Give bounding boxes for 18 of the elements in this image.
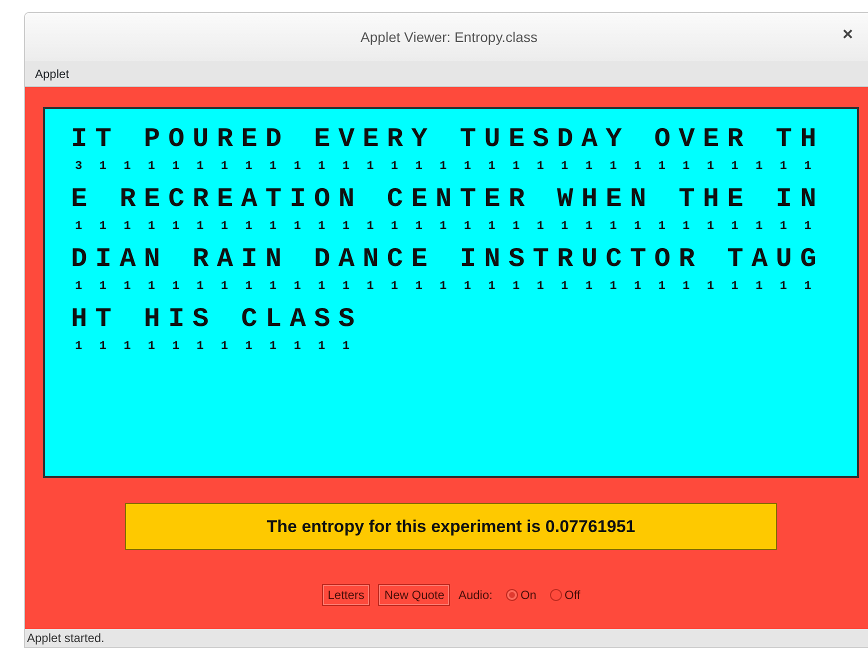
quote-line: IT POURED EVERY TUESDAY OVER TH (71, 124, 824, 157)
applet-button[interactable]: New Quote (378, 584, 450, 606)
menu-item[interactable]: Applet (35, 64, 70, 82)
letter-counts: 1 1 1 1 1 1 1 1 1 1 1 1 1 1 1 1 1 1 1 1 1 1 1 1 1 1 1 1 1 1 1 (75, 278, 816, 295)
close-button[interactable]: × (838, 25, 857, 43)
letter-counts: 3 1 1 1 1 1 1 1 1 1 1 1 1 1 1 1 1 1 1 1 1 1 1 1 1 1 1 1 1 1 1 (75, 158, 816, 175)
quote-line: DIAN RAIN DANCE INSTRUCTOR TAUG (71, 244, 824, 277)
window-title: Applet Viewer: Entropy.class (360, 28, 538, 47)
audio-radio[interactable]: On (506, 586, 536, 604)
letter-counts: 1 1 1 1 1 1 1 1 1 1 1 1 1 1 1 1 1 1 1 1 1 1 1 1 1 1 1 1 1 1 1 (75, 218, 816, 235)
status-text: Applet started. (27, 630, 104, 647)
quote-line: E RECREATION CENTER WHEN THE IN (71, 184, 824, 217)
audio-label: Audio: (458, 587, 492, 604)
letter-counts: 1 1 1 1 1 1 1 1 1 1 1 1 (75, 338, 354, 355)
audio-radio[interactable]: Off (550, 586, 580, 604)
applet-button[interactable]: Letters (322, 584, 370, 606)
quote-line: HT HIS CLASS (71, 304, 363, 337)
entropy-result: The entropy for this experiment is 0.07761951 (125, 503, 777, 550)
